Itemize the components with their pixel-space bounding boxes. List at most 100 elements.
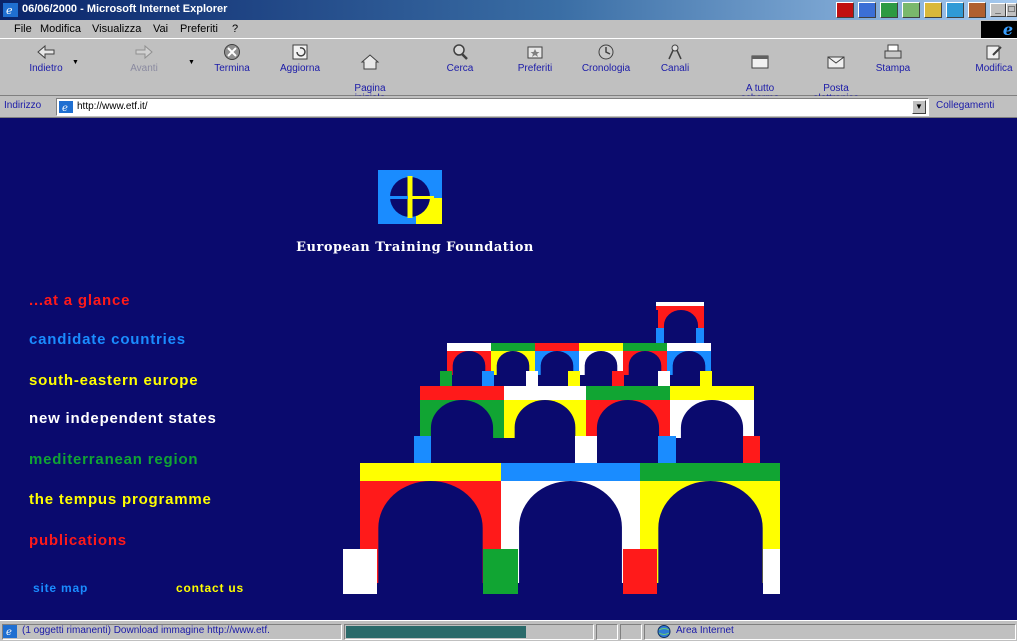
- tray-x-icon[interactable]: [880, 2, 898, 18]
- aqueduct-block-12: [763, 549, 780, 594]
- maximize-button[interactable]: □: [1006, 3, 1017, 17]
- fullscreen-button[interactable]: A tutto schermo: [735, 41, 785, 104]
- nav-south-eastern-europe[interactable]: south-eastern europe: [29, 372, 198, 389]
- aqueduct-block-60: [696, 328, 704, 343]
- nav-tempus-programme[interactable]: the tempus programme: [29, 491, 212, 508]
- nav-publications[interactable]: publications: [29, 532, 127, 549]
- nav-new-independent-states[interactable]: new independent states: [29, 410, 217, 427]
- tray-key-icon[interactable]: [924, 2, 942, 18]
- aqueduct-block-44: [667, 343, 711, 351]
- print-button[interactable]: Stampa: [873, 41, 913, 93]
- search-icon: [453, 44, 468, 60]
- tray-net-icon[interactable]: [858, 2, 876, 18]
- toolbar: Indietro ▼ Avanti ▼ Termina Aggiorna Pag…: [0, 38, 1017, 104]
- aqueduct-block-22: [670, 386, 754, 400]
- mail-button[interactable]: Posta elettronica: [806, 41, 866, 104]
- links-button[interactable]: Collegamenti: [936, 100, 994, 111]
- nav-at-a-glance[interactable]: ...at a glance: [29, 292, 130, 309]
- title-bar: e 06/06/2000 - Microsoft Internet Explor…: [0, 0, 1017, 20]
- contact-us-link[interactable]: contact us: [176, 581, 244, 595]
- tray-flag-icon[interactable]: [836, 2, 854, 18]
- edit-label: Modifica: [975, 63, 1013, 74]
- menu-vai[interactable]: Vai: [153, 23, 168, 35]
- window-title: 06/06/2000 - Microsoft Internet Explorer: [22, 3, 228, 15]
- aqueduct-block-58: [656, 302, 704, 306]
- menu-bar: File Modifica Visualizza Vai Preferiti ?…: [0, 20, 1017, 38]
- internet-zone-icon: [657, 625, 671, 638]
- stop-icon: [224, 44, 240, 60]
- stop-label: Termina: [214, 63, 250, 74]
- progress-pane: [344, 624, 594, 640]
- aqueduct-block-51: [612, 371, 624, 386]
- menu-modifica[interactable]: Modifica: [40, 23, 81, 35]
- address-value: http://www.etf.it/: [77, 101, 148, 112]
- channels-label: Canali: [660, 63, 690, 74]
- ie-app-icon: e: [3, 3, 18, 17]
- menu-file[interactable]: File: [14, 23, 32, 35]
- aqueduct-block-48: [482, 371, 494, 386]
- aqueduct-block-10: [483, 549, 518, 594]
- aqueduct-block-53: [700, 371, 712, 386]
- channels-icon: [668, 44, 682, 60]
- svg-text:e: e: [6, 4, 13, 17]
- back-button[interactable]: Indietro ▼: [20, 41, 79, 93]
- refresh-icon: [292, 44, 308, 60]
- stop-button[interactable]: Termina: [204, 41, 260, 93]
- aqueduct-block-3: [501, 463, 640, 481]
- refresh-button[interactable]: Aggiorna: [270, 41, 330, 93]
- aqueduct-block-13: [420, 386, 504, 400]
- home-button[interactable]: Pagina iniziale: [343, 41, 397, 104]
- aqueduct-arch-5: [519, 481, 622, 583]
- forward-dropdown-icon[interactable]: ▼: [188, 58, 195, 68]
- menu-help[interactable]: ?: [232, 23, 238, 35]
- aqueduct-block-9: [343, 549, 377, 594]
- back-dropdown-icon[interactable]: ▼: [72, 58, 79, 68]
- history-label: Cronologia: [581, 63, 631, 74]
- zone-label: Area Internet: [676, 625, 734, 636]
- aqueduct-block-11: [623, 549, 657, 594]
- address-dropdown-icon[interactable]: ▼: [912, 100, 926, 114]
- aqueduct-block-19: [586, 386, 670, 400]
- address-label: Indirizzo: [4, 100, 42, 111]
- aqueduct-block-29: [447, 343, 491, 351]
- forward-arrow-icon: [135, 44, 153, 60]
- tray-globe-icon[interactable]: [946, 2, 964, 18]
- minimize-button[interactable]: _: [990, 3, 1006, 17]
- address-bar: Indirizzo e http://www.etf.it/ ▼ Collega…: [0, 96, 1017, 118]
- nav-candidate-countries[interactable]: candidate countries: [29, 331, 186, 348]
- edit-button[interactable]: Modifica: [972, 41, 1016, 93]
- aqueduct-block-28: [743, 436, 760, 463]
- page-icon: e: [59, 101, 73, 113]
- tray-doc-icon[interactable]: [902, 2, 920, 18]
- status-message: (1 oggetti rimanenti) Download immagine …: [22, 625, 270, 636]
- menu-preferiti[interactable]: Preferiti: [180, 23, 218, 35]
- aqueduct-block-49: [526, 371, 538, 386]
- ie-throbber-icon: e: [981, 21, 1017, 38]
- status-pane-3: [620, 624, 642, 640]
- site-map-link[interactable]: site map: [33, 581, 88, 595]
- svg-text:e: e: [6, 627, 12, 638]
- favorites-button[interactable]: Preferiti: [510, 41, 560, 93]
- tray-speaker-icon[interactable]: [968, 2, 986, 18]
- back-label: Indietro: [29, 63, 63, 74]
- status-bar: e (1 oggetti rimanenti) Download immagin…: [0, 620, 1017, 641]
- edit-icon: [986, 45, 1002, 60]
- aqueduct-block-50: [568, 371, 580, 386]
- forward-label: Avanti: [130, 63, 158, 74]
- aqueduct-illustration: [343, 302, 780, 594]
- nav-mediterranean-region[interactable]: mediterranean region: [29, 451, 198, 468]
- forward-button[interactable]: Avanti ▼: [126, 41, 195, 93]
- history-button[interactable]: Cronologia: [575, 41, 637, 93]
- menu-visualizza[interactable]: Visualizza: [92, 23, 141, 35]
- aqueduct-block-41: [623, 343, 667, 351]
- page-loading-icon: e: [3, 625, 17, 638]
- aqueduct-block-27: [658, 436, 676, 463]
- aqueduct-block-16: [504, 386, 586, 400]
- address-input[interactable]: e http://www.etf.it/ ▼: [56, 98, 929, 116]
- aqueduct-block-59: [656, 328, 664, 343]
- channels-button[interactable]: Canali: [657, 41, 693, 93]
- print-icon: [884, 44, 902, 59]
- search-button[interactable]: Cerca: [438, 41, 482, 93]
- aqueduct-arch-2: [378, 481, 483, 583]
- svg-text:e: e: [62, 103, 68, 113]
